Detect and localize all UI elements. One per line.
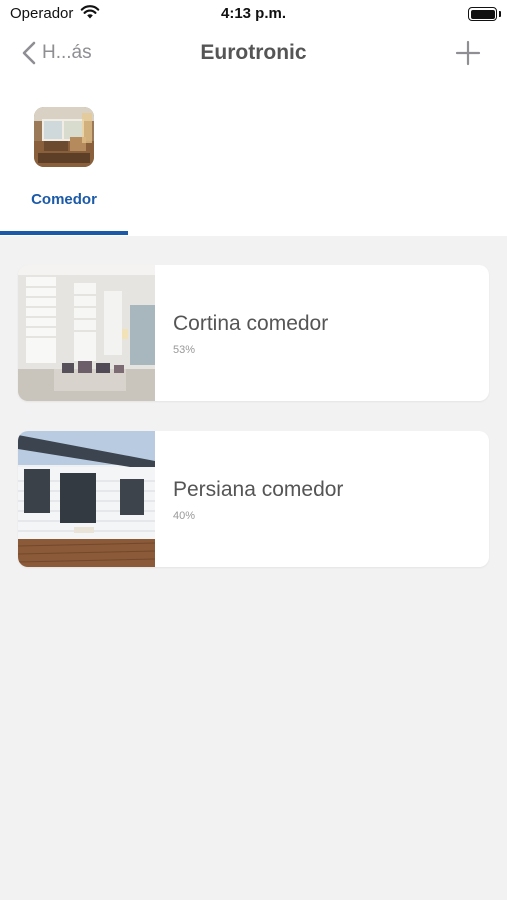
device-photo-shutter xyxy=(18,431,155,567)
selected-tab-indicator xyxy=(0,231,128,235)
room-tab-comedor[interactable]: Comedor xyxy=(0,76,128,236)
battery-icon xyxy=(468,7,497,21)
page-title: Eurotronic xyxy=(200,41,307,64)
device-card-cortina[interactable]: Cortina comedor 53% xyxy=(18,265,489,401)
room-thumbnail xyxy=(34,107,94,167)
room-tabs: Comedor xyxy=(0,76,507,236)
status-time: 4:13 p.m. xyxy=(220,5,287,22)
device-photo-curtain xyxy=(18,265,155,401)
device-card-persiana[interactable]: Persiana comedor 40% xyxy=(18,431,489,567)
device-level: 53% xyxy=(173,344,196,356)
device-name: Cortina comedor xyxy=(173,312,329,335)
device-name: Persiana comedor xyxy=(173,478,344,501)
status-bar: Operador 4:13 p.m. xyxy=(0,0,507,30)
plus-icon[interactable] xyxy=(455,40,481,66)
room-tab-label: Comedor xyxy=(31,191,97,208)
battery-tip xyxy=(499,11,501,17)
device-level: 40% xyxy=(173,510,196,522)
navigation-bar: H...ás Eurotronic xyxy=(0,30,507,76)
